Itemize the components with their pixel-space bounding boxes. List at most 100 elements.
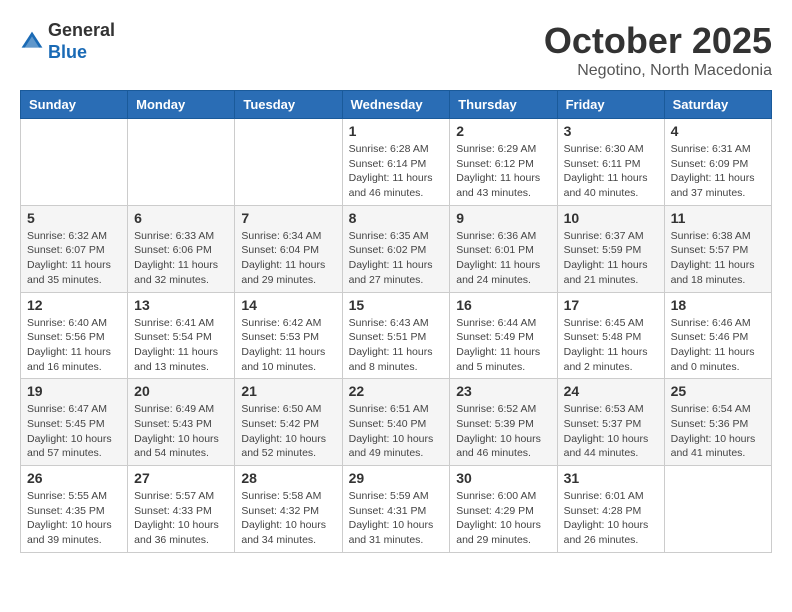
day-info: Sunrise: 6:31 AM Sunset: 6:09 PM Dayligh… (671, 142, 765, 201)
day-cell: 10 Sunrise: 6:37 AM Sunset: 5:59 PM Dayli… (557, 205, 664, 292)
day-info: Sunrise: 6:47 AM Sunset: 5:45 PM Dayligh… (27, 402, 121, 461)
day-number: 2 (456, 123, 550, 139)
day-number: 15 (349, 297, 444, 313)
day-cell: 4 Sunrise: 6:31 AM Sunset: 6:09 PM Daylig… (664, 119, 771, 206)
day-info: Sunrise: 6:34 AM Sunset: 6:04 PM Dayligh… (241, 229, 335, 288)
day-cell: 22 Sunrise: 6:51 AM Sunset: 5:40 PM Dayli… (342, 379, 450, 466)
day-info: Sunrise: 6:38 AM Sunset: 5:57 PM Dayligh… (671, 229, 765, 288)
day-cell: 31 Sunrise: 6:01 AM Sunset: 4:28 PM Dayli… (557, 466, 664, 553)
weekday-header-friday: Friday (557, 91, 664, 119)
day-cell: 7 Sunrise: 6:34 AM Sunset: 6:04 PM Daylig… (235, 205, 342, 292)
day-number: 3 (564, 123, 658, 139)
day-number: 23 (456, 383, 550, 399)
day-info: Sunrise: 6:50 AM Sunset: 5:42 PM Dayligh… (241, 402, 335, 461)
day-number: 5 (27, 210, 121, 226)
week-row-5: 26 Sunrise: 5:55 AM Sunset: 4:35 PM Dayli… (21, 466, 772, 553)
logo-icon (20, 30, 44, 54)
weekday-header-monday: Monday (128, 91, 235, 119)
day-number: 27 (134, 470, 228, 486)
day-cell: 3 Sunrise: 6:30 AM Sunset: 6:11 PM Daylig… (557, 119, 664, 206)
day-number: 4 (671, 123, 765, 139)
day-info: Sunrise: 6:40 AM Sunset: 5:56 PM Dayligh… (27, 316, 121, 375)
logo-blue: Blue (48, 42, 87, 62)
day-cell: 13 Sunrise: 6:41 AM Sunset: 5:54 PM Dayli… (128, 292, 235, 379)
week-row-4: 19 Sunrise: 6:47 AM Sunset: 5:45 PM Dayli… (21, 379, 772, 466)
week-row-2: 5 Sunrise: 6:32 AM Sunset: 6:07 PM Daylig… (21, 205, 772, 292)
day-number: 9 (456, 210, 550, 226)
day-cell: 25 Sunrise: 6:54 AM Sunset: 5:36 PM Dayli… (664, 379, 771, 466)
weekday-header-thursday: Thursday (450, 91, 557, 119)
day-cell: 28Sunrise: 5:58 AM Sunset: 4:32 PM Dayli… (235, 466, 342, 553)
month-title: October 2025 (544, 20, 772, 62)
day-info: Sunrise: 6:42 AM Sunset: 5:53 PM Dayligh… (241, 316, 335, 375)
day-number: 22 (349, 383, 444, 399)
day-cell: 18 Sunrise: 6:46 AM Sunset: 5:46 PM Dayli… (664, 292, 771, 379)
day-number: 18 (671, 297, 765, 313)
day-cell: 15 Sunrise: 6:43 AM Sunset: 5:51 PM Dayli… (342, 292, 450, 379)
day-info: Sunrise: 6:32 AM Sunset: 6:07 PM Dayligh… (27, 229, 121, 288)
day-info: Sunrise: 6:30 AM Sunset: 6:11 PM Dayligh… (564, 142, 658, 201)
week-row-3: 12 Sunrise: 6:40 AM Sunset: 5:56 PM Dayli… (21, 292, 772, 379)
week-row-1: 1 Sunrise: 6:28 AM Sunset: 6:14 PM Daylig… (21, 119, 772, 206)
day-number: 13 (134, 297, 228, 313)
day-number: 16 (456, 297, 550, 313)
calendar: SundayMondayTuesdayWednesdayThursdayFrid… (20, 90, 772, 553)
day-cell: 19 Sunrise: 6:47 AM Sunset: 5:45 PM Dayli… (21, 379, 128, 466)
day-cell: 6Sunrise: 6:33 AM Sunset: 6:06 PM Daylig… (128, 205, 235, 292)
day-number: 17 (564, 297, 658, 313)
day-cell: 14Sunrise: 6:42 AM Sunset: 5:53 PM Dayli… (235, 292, 342, 379)
day-number: 11 (671, 210, 765, 226)
day-cell: 23Sunrise: 6:52 AM Sunset: 5:39 PM Dayli… (450, 379, 557, 466)
day-number: 19 (27, 383, 121, 399)
day-info: Sunrise: 6:44 AM Sunset: 5:49 PM Dayligh… (456, 316, 550, 375)
day-info: Sunrise: 6:43 AM Sunset: 5:51 PM Dayligh… (349, 316, 444, 375)
weekday-header-tuesday: Tuesday (235, 91, 342, 119)
day-number: 7 (241, 210, 335, 226)
title-block: October 2025 Negotino, North Macedonia (544, 20, 772, 80)
day-cell: 26 Sunrise: 5:55 AM Sunset: 4:35 PM Dayli… (21, 466, 128, 553)
day-cell: 17Sunrise: 6:45 AM Sunset: 5:48 PM Dayli… (557, 292, 664, 379)
day-info: Sunrise: 6:37 AM Sunset: 5:59 PM Dayligh… (564, 229, 658, 288)
day-number: 1 (349, 123, 444, 139)
day-number: 25 (671, 383, 765, 399)
day-info: Sunrise: 5:59 AM Sunset: 4:31 PM Dayligh… (349, 489, 444, 548)
day-info: Sunrise: 5:57 AM Sunset: 4:33 PM Dayligh… (134, 489, 228, 548)
day-number: 10 (564, 210, 658, 226)
day-info: Sunrise: 6:01 AM Sunset: 4:28 PM Dayligh… (564, 489, 658, 548)
day-number: 20 (134, 383, 228, 399)
day-info: Sunrise: 6:41 AM Sunset: 5:54 PM Dayligh… (134, 316, 228, 375)
logo: General Blue (20, 20, 115, 63)
day-cell: 2Sunrise: 6:29 AM Sunset: 6:12 PM Daylig… (450, 119, 557, 206)
day-info: Sunrise: 6:54 AM Sunset: 5:36 PM Dayligh… (671, 402, 765, 461)
day-info: Sunrise: 6:53 AM Sunset: 5:37 PM Dayligh… (564, 402, 658, 461)
day-info: Sunrise: 6:35 AM Sunset: 6:02 PM Dayligh… (349, 229, 444, 288)
day-cell: 30 Sunrise: 6:00 AM Sunset: 4:29 PM Dayli… (450, 466, 557, 553)
day-info: Sunrise: 6:28 AM Sunset: 6:14 PM Dayligh… (349, 142, 444, 201)
weekday-header-wednesday: Wednesday (342, 91, 450, 119)
day-number: 8 (349, 210, 444, 226)
location: Negotino, North Macedonia (544, 62, 772, 80)
day-number: 30 (456, 470, 550, 486)
day-cell (664, 466, 771, 553)
logo-text: General Blue (48, 20, 115, 63)
day-info: Sunrise: 6:36 AM Sunset: 6:01 PM Dayligh… (456, 229, 550, 288)
day-number: 26 (27, 470, 121, 486)
day-info: Sunrise: 6:51 AM Sunset: 5:40 PM Dayligh… (349, 402, 444, 461)
day-number: 21 (241, 383, 335, 399)
weekday-header-row: SundayMondayTuesdayWednesdayThursdayFrid… (21, 91, 772, 119)
day-info: Sunrise: 6:46 AM Sunset: 5:46 PM Dayligh… (671, 316, 765, 375)
day-cell: 21 Sunrise: 6:50 AM Sunset: 5:42 PM Dayli… (235, 379, 342, 466)
day-info: Sunrise: 6:00 AM Sunset: 4:29 PM Dayligh… (456, 489, 550, 548)
day-cell (21, 119, 128, 206)
day-number: 31 (564, 470, 658, 486)
day-info: Sunrise: 5:55 AM Sunset: 4:35 PM Dayligh… (27, 489, 121, 548)
day-cell: 11 Sunrise: 6:38 AM Sunset: 5:57 PM Dayli… (664, 205, 771, 292)
day-info: Sunrise: 6:49 AM Sunset: 5:43 PM Dayligh… (134, 402, 228, 461)
day-cell: 24Sunrise: 6:53 AM Sunset: 5:37 PM Dayli… (557, 379, 664, 466)
day-number: 12 (27, 297, 121, 313)
day-number: 6 (134, 210, 228, 226)
day-cell: 27 Sunrise: 5:57 AM Sunset: 4:33 PM Dayli… (128, 466, 235, 553)
day-cell: 12 Sunrise: 6:40 AM Sunset: 5:56 PM Dayli… (21, 292, 128, 379)
day-cell: 1 Sunrise: 6:28 AM Sunset: 6:14 PM Daylig… (342, 119, 450, 206)
day-cell: 9 Sunrise: 6:36 AM Sunset: 6:01 PM Daylig… (450, 205, 557, 292)
